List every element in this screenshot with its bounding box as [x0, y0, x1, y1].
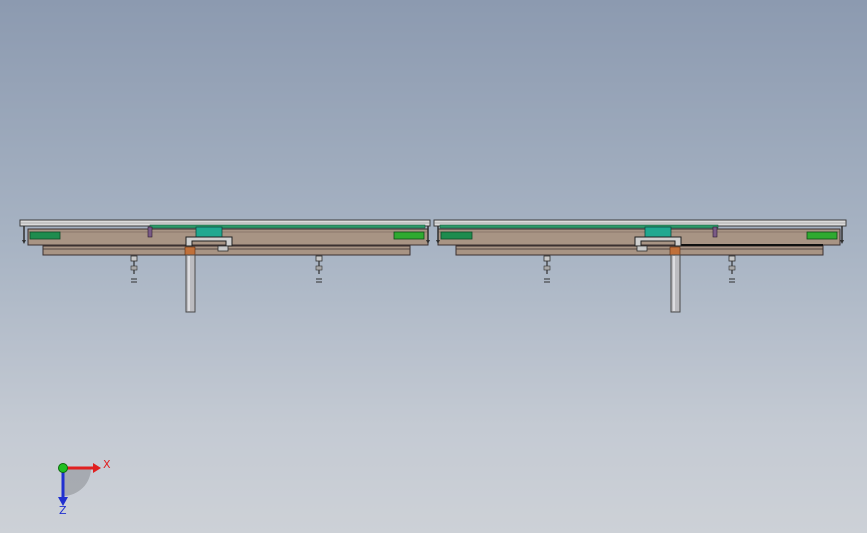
left-green-pad-b [393, 231, 425, 240]
right-green-strip [439, 224, 719, 229]
left-copper-collar [184, 246, 196, 256]
right-copper-collar [669, 246, 681, 256]
left-column [185, 254, 196, 313]
cad-viewport[interactable]: X Z [0, 0, 867, 533]
assembly-drawing: X Z [19, 219, 847, 517]
coordinate-triad: X Z [58, 458, 111, 517]
right-foot-b [728, 255, 736, 283]
left-foot-a [130, 255, 138, 283]
right-purple-post [712, 226, 718, 238]
left-foot-b [315, 255, 323, 283]
left-green-pad-a [29, 231, 61, 240]
y-axis-dot [58, 463, 68, 473]
right-foot-a [543, 255, 551, 283]
left-end-pin-a [22, 226, 26, 244]
left-module [19, 219, 431, 313]
x-axis-label: X [103, 458, 111, 471]
right-green-pad-a [440, 231, 473, 240]
z-axis-label: Z [59, 504, 67, 517]
right-end-pin-b [840, 226, 844, 244]
right-module [433, 219, 847, 313]
right-green-pad-b [806, 231, 838, 240]
left-purple-post [147, 226, 153, 238]
right-column [670, 254, 681, 313]
left-green-strip [149, 224, 426, 229]
